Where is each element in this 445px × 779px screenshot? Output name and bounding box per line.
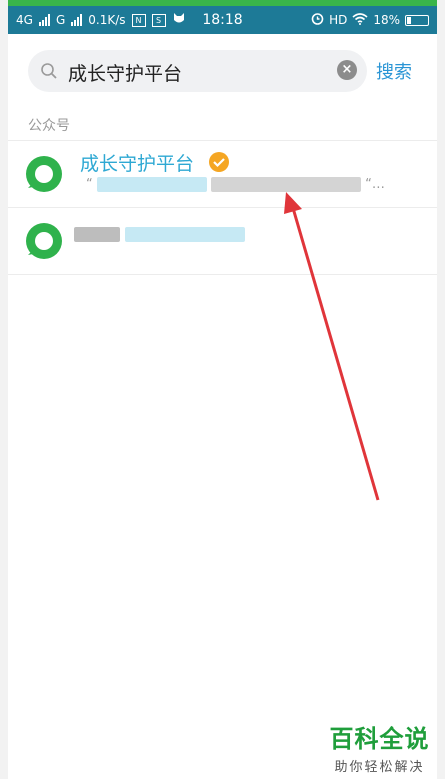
divider-3 [8,274,437,275]
blurred-text [96,177,207,192]
blurred-text-2 [211,177,362,192]
battery-percent: 18% [373,13,400,27]
search-input[interactable]: 成长守护平台 × [28,50,367,92]
notification-icon: N [131,13,146,27]
verified-badge-icon [208,151,230,173]
watermark-main: 百科全说 [329,725,430,753]
signal-icon-2 [71,14,83,26]
alarm-icon [311,12,324,28]
network-speed: 0.1K/s [88,13,126,27]
result-description: “ “… [86,177,385,192]
search-query: 成长守护平台 [68,63,183,85]
blurred-title-2 [125,227,246,242]
clear-icon[interactable]: × [337,60,357,80]
network-type-g: G [55,13,66,27]
account-avatar-icon [24,154,64,194]
blurred-title [74,227,120,242]
network-type-4g: 4G [16,13,33,27]
section-label: 公众号 [28,118,70,134]
result-item-2[interactable] [8,208,437,274]
watermark: 百科全说 助你轻松解决 [322,713,437,775]
search-icon [40,62,58,80]
desc-quote-open: “ [86,177,93,192]
status-bar: 4G G 0.1K/s N S 18:18 HD 18% [8,6,437,34]
result-title-2-blurred [74,224,246,243]
red-arrow-annotation [284,192,380,501]
search-button[interactable]: 搜索 [376,58,412,84]
status-left: 4G G 0.1K/s N S [16,12,186,28]
account-avatar-icon-2 [24,221,64,261]
battery-icon [405,14,429,26]
status-time: 18:18 [202,12,243,28]
search-bar: 成长守护平台 × 搜索 [8,34,437,106]
result-item[interactable]: 成长守护平台 “ “… [8,141,437,207]
status-right: HD 18% [311,12,429,28]
watermark-sub: 助你轻松解决 [334,760,425,775]
result-title: 成长守护平台 [80,153,195,175]
hd-label: HD [329,13,348,27]
desc-quote-end: “… [365,177,385,192]
phone-screen: 4G G 0.1K/s N S 18:18 HD 18% 成长守护平台 × 搜索… [8,0,437,779]
app-notification-icon [172,12,186,28]
notification-icon-2: S [151,13,166,27]
wifi-icon [352,12,368,28]
signal-icon [38,14,50,26]
